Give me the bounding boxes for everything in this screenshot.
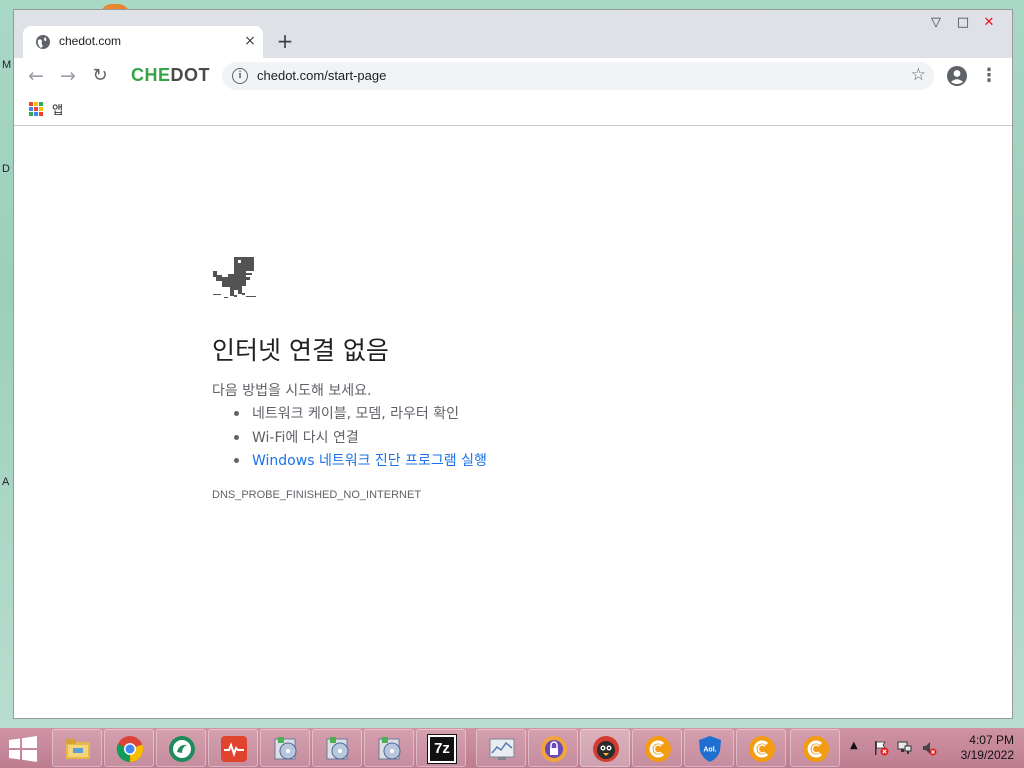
browser-window: chedot.com × + ▽ □ ✕ ← → ↻ CHEDOT i ched… (13, 9, 1013, 719)
profile-icon[interactable] (947, 66, 967, 86)
heart-pulse-icon (221, 736, 247, 762)
taskbar-clock[interactable]: 4:07 PM 3/19/2022 (944, 733, 1014, 763)
dinosaur-icon (213, 257, 256, 298)
bird-icon (593, 736, 619, 762)
apps-grid-icon[interactable] (29, 102, 43, 116)
taskbar-file-explorer[interactable] (52, 729, 102, 767)
tab-strip[interactable]: chedot.com × + ▽ □ ✕ (14, 10, 1012, 58)
taskbar-green-browser[interactable] (156, 729, 206, 767)
bookmarks-bar: 앱 (14, 94, 1012, 126)
taskbar-vpn-app[interactable] (528, 729, 578, 767)
network-diagnostics-link[interactable]: Windows 네트워크 진단 프로그램 실행 (234, 450, 487, 474)
monitor-chart-icon (489, 738, 515, 760)
installer-icon (378, 737, 401, 760)
green-browser-icon (169, 736, 195, 762)
taskbar-network-monitor[interactable] (476, 729, 526, 767)
chedot-icon (803, 736, 829, 762)
taskbar-installer[interactable] (312, 729, 362, 767)
maximize-button[interactable]: □ (951, 14, 975, 32)
globe-icon (36, 35, 50, 49)
close-tab-icon[interactable]: × (241, 32, 259, 50)
svg-text:Aol.: Aol. (703, 747, 716, 754)
clock-date: 3/19/2022 (960, 748, 1014, 762)
shield-lock-icon (541, 736, 567, 762)
taskbar-aol-shield[interactable]: Aol. (684, 729, 734, 767)
error-page: 인터넷 연결 없음 다음 방법을 시도해 보세요. 네트워크 케이블, 모뎀, … (14, 127, 1012, 718)
suggestion-intro: 다음 방법을 시도해 보세요. (212, 383, 372, 399)
bookmark-star-icon[interactable]: ☆ (911, 65, 926, 85)
flag-alert-icon[interactable] (873, 740, 889, 756)
taskbar-chedot[interactable] (632, 729, 682, 767)
taskbar-7zip[interactable]: 7z (416, 729, 466, 767)
reload-button[interactable]: ↻ (86, 62, 114, 90)
taskbar-installer[interactable] (364, 729, 414, 767)
chedot-icon (749, 736, 775, 762)
forward-button[interactable]: → (54, 62, 82, 90)
taskbar-bird-app[interactable] (580, 729, 630, 767)
chrome-icon (116, 736, 144, 763)
browser-toolbar: ← → ↻ CHEDOT i chedot.com/start-page ☆ ⋮ (14, 58, 1012, 94)
desktop-label-fragment: A (2, 476, 10, 488)
volume-muted-icon[interactable] (921, 740, 937, 756)
address-bar[interactable]: i chedot.com/start-page ☆ (222, 62, 934, 90)
tab-title: chedot.com (59, 34, 122, 48)
7zip-icon: 7z (427, 734, 457, 764)
aol-shield-icon: Aol. (699, 736, 721, 762)
folder-icon (66, 739, 90, 759)
desktop-label-fragment: M (2, 59, 12, 71)
desktop-label-fragment: D (2, 163, 10, 175)
taskbar-health-app[interactable] (208, 729, 258, 767)
site-info-icon[interactable]: i (232, 68, 248, 84)
network-icon[interactable] (897, 740, 913, 756)
url-text[interactable]: chedot.com/start-page (257, 68, 386, 83)
chedot-logo: CHEDOT (131, 65, 211, 85)
windows-start-icon[interactable] (8, 736, 38, 762)
taskbar-installer[interactable] (260, 729, 310, 767)
suggestion-list: 네트워크 케이블, 모뎀, 라우터 확인 Wi-Fi에 다시 연결 Window… (234, 403, 487, 474)
suggestion-item: 네트워크 케이블, 모뎀, 라우터 확인 (234, 403, 487, 427)
error-heading: 인터넷 연결 없음 (212, 336, 389, 365)
installer-icon (326, 737, 349, 760)
error-code: DNS_PROBE_FINISHED_NO_INTERNET (212, 489, 422, 501)
back-button[interactable]: ← (22, 62, 50, 90)
tab-chedot[interactable]: chedot.com × (23, 26, 263, 58)
taskbar-chedot[interactable] (736, 729, 786, 767)
suggestion-item: Wi-Fi에 다시 연결 (234, 427, 487, 451)
close-window-button[interactable]: ✕ (977, 14, 1001, 32)
taskbar-chrome[interactable] (104, 729, 154, 767)
show-hidden-icons-button[interactable]: ▲ (850, 740, 858, 751)
chedot-icon (645, 736, 671, 762)
clock-time: 4:07 PM (969, 733, 1014, 747)
new-tab-button[interactable]: + (274, 30, 296, 52)
installer-icon (274, 737, 297, 760)
taskbar: 7z Aol. ▲ 4:07 PM 3/19/2022 (0, 728, 1024, 768)
menu-icon[interactable]: ⋮ (980, 63, 998, 89)
minimize-button[interactable]: ▽ (924, 14, 948, 32)
apps-shortcut-label[interactable]: 앱 (52, 101, 63, 118)
taskbar-chedot[interactable] (790, 729, 840, 767)
